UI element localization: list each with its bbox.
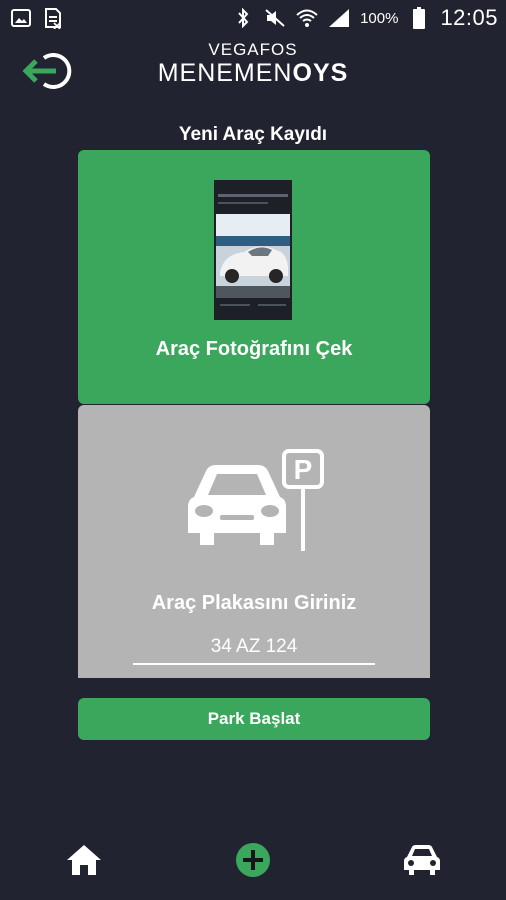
clock: 12:05 [440, 5, 498, 30]
status-bar: 100% 12:05 [0, 0, 506, 36]
brand-top: VEGAFOS [208, 40, 298, 59]
bluetooth-icon [232, 7, 254, 29]
car-photo-thumbnail [214, 180, 292, 320]
battery-icon [408, 7, 430, 29]
nav-home[interactable] [60, 840, 108, 884]
plate-entry-card: P Araç Plakasını Giriniz [78, 405, 430, 678]
brand-bottom: MENEMENOYS [0, 60, 506, 86]
plate-label: Araç Plakasını Giriniz [151, 592, 357, 614]
brand-bottom-light: MENEMEN [157, 59, 293, 87]
take-photo-label: Araç Fotoğrafını Çek [155, 338, 353, 360]
plate-input[interactable] [133, 631, 375, 665]
mute-icon [264, 7, 286, 29]
bottom-nav [0, 830, 506, 894]
status-right: 100% 12:05 [232, 5, 498, 31]
car-parking-icon: P [180, 449, 330, 559]
page-title: Yeni Araç Kayıdı [178, 124, 328, 145]
app-header: VEGAFOS MENEMENOYS [0, 36, 506, 116]
add-icon [234, 841, 272, 884]
home-icon [65, 843, 103, 882]
sim-icon [42, 7, 64, 29]
battery-percent: 100% [360, 9, 399, 27]
car-icon [402, 843, 442, 882]
nav-add[interactable] [229, 840, 277, 884]
wifi-icon [296, 7, 318, 29]
brand-bottom-bold: OYS [292, 59, 349, 87]
take-photo-card[interactable]: Araç Fotoğrafını Çek [78, 150, 430, 404]
brand-logo: VEGAFOS MENEMENOYS [0, 40, 506, 86]
gallery-icon [10, 7, 32, 29]
nav-vehicles[interactable] [398, 840, 446, 884]
signal-icon [328, 7, 350, 29]
start-park-button[interactable]: Park Başlat [78, 698, 430, 740]
parking-sign-letter: P [294, 454, 313, 485]
status-left [10, 7, 64, 29]
